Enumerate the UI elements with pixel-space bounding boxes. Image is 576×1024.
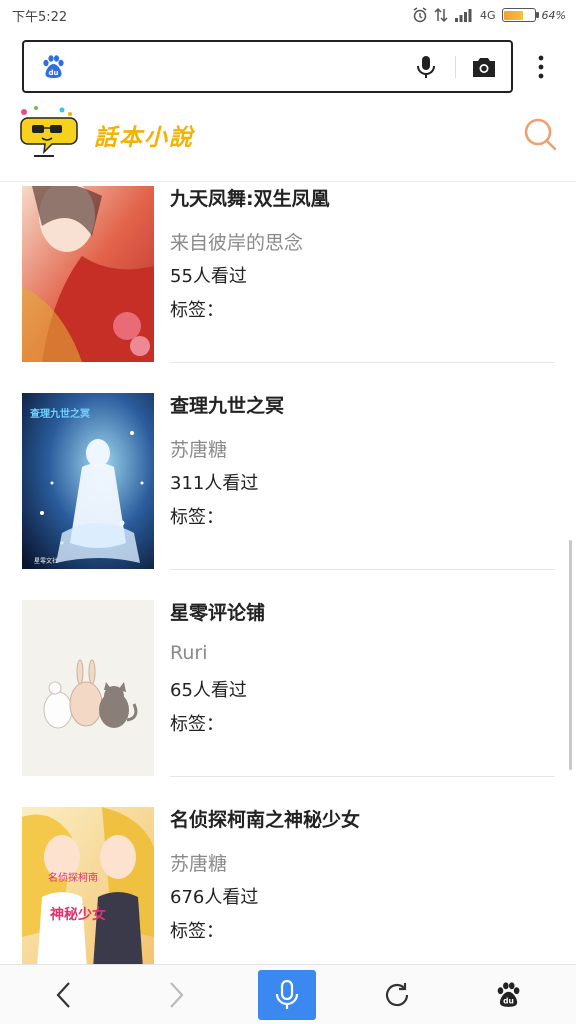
- book-item[interactable]: 名侦探柯南 神秘少女 名侦探柯南之神秘少女 苏唐糖 676人看过 标签：: [0, 777, 576, 964]
- battery-text: 64%: [541, 8, 566, 22]
- svg-text:du: du: [49, 69, 59, 77]
- book-item[interactable]: 星零评论铺 Ruri 65人看过 标签：: [0, 570, 576, 777]
- voice-icon: [275, 979, 299, 1009]
- book-tags: 标签：: [170, 714, 224, 735]
- cover-text-2: 神秘少女: [50, 906, 106, 923]
- voice-button[interactable]: [258, 970, 316, 1020]
- book-cover[interactable]: [22, 186, 154, 362]
- book-cover[interactable]: 查理九世之冥 星零文社: [22, 393, 154, 569]
- book-tags: 标签：: [170, 507, 224, 528]
- book-views: 676人看过: [170, 887, 259, 908]
- back-icon: [56, 982, 70, 1008]
- mic-icon[interactable]: [412, 53, 440, 81]
- site-logo[interactable]: 話本小說: [16, 104, 200, 160]
- refresh-button[interactable]: [367, 965, 427, 1024]
- alarm-icon: [413, 7, 427, 23]
- scrollbar[interactable]: [569, 540, 572, 770]
- status-time: 下午5:22: [12, 10, 68, 25]
- baidu-home-button[interactable]: du: [478, 965, 538, 1024]
- status-icons: 4G 64%: [412, 5, 566, 25]
- book-author: Ruri: [170, 642, 208, 664]
- book-list: 九天凤舞:双生凤凰 来自彼岸的思念 55人看过 标签： 查理九世之冥 星零文社: [0, 182, 576, 964]
- more-icon[interactable]: [530, 52, 552, 82]
- data-transfer-icon: [434, 7, 448, 23]
- cover-image: [22, 186, 154, 362]
- search-icon[interactable]: [522, 116, 558, 152]
- battery-level: [504, 10, 523, 20]
- book-author: 苏唐糖: [170, 439, 228, 461]
- cover-image: [22, 600, 154, 776]
- book-item[interactable]: 查理九世之冥 星零文社 查理九世之冥 苏唐糖 311人看过 标签：: [0, 363, 576, 570]
- logo-text: 話本小說: [94, 125, 194, 151]
- camera-icon[interactable]: [470, 54, 498, 80]
- battery-icon: [501, 8, 539, 22]
- cover-title: 查理九世之冥: [29, 407, 90, 420]
- book-info: 名侦探柯南之神秘少女 苏唐糖 676人看过 标签：: [170, 805, 360, 943]
- svg-text:du: du: [503, 997, 514, 1006]
- book-title[interactable]: 名侦探柯南之神秘少女: [170, 805, 360, 831]
- refresh-icon: [385, 983, 409, 1007]
- forward-button[interactable]: [146, 965, 206, 1024]
- book-views: 311人看过: [170, 473, 259, 494]
- book-item[interactable]: 九天凤舞:双生凤凰 来自彼岸的思念 55人看过 标签：: [0, 182, 576, 363]
- cover-image: 查理九世之冥 星零文社: [22, 393, 154, 569]
- back-button[interactable]: [34, 965, 94, 1024]
- site-header: 話本小說: [0, 100, 576, 182]
- signal-icon: [455, 9, 472, 22]
- book-tags: 标签：: [170, 921, 224, 942]
- network-type: 4G: [480, 8, 496, 22]
- cover-publisher: 星零文社: [34, 557, 58, 565]
- baidu-paw-icon: du: [497, 982, 520, 1007]
- book-author: 苏唐糖: [170, 853, 228, 875]
- book-title[interactable]: 星零评论铺: [170, 598, 265, 624]
- cover-image: 名侦探柯南 神秘少女: [22, 807, 154, 964]
- status-bar: 下午5:22 4G 64%: [0, 0, 576, 32]
- book-author: 来自彼岸的思念: [170, 232, 304, 254]
- book-info: 九天凤舞:双生凤凰 来自彼岸的思念 55人看过 标签：: [170, 184, 330, 322]
- search-divider: [455, 56, 456, 78]
- book-info: 查理九世之冥 苏唐糖 311人看过 标签：: [170, 391, 284, 529]
- cover-text-1: 名侦探柯南: [48, 871, 98, 884]
- forward-icon: [170, 982, 184, 1008]
- book-info: 星零评论铺 Ruri 65人看过 标签：: [170, 598, 265, 736]
- book-cover[interactable]: [22, 600, 154, 776]
- book-views: 65人看过: [170, 680, 247, 701]
- browser-search-bar[interactable]: du: [22, 40, 513, 93]
- book-tags: 标签：: [170, 300, 224, 321]
- logo-mascot-icon: [20, 106, 78, 157]
- book-title[interactable]: 九天凤舞:双生凤凰: [170, 184, 330, 210]
- book-views: 55人看过: [170, 266, 247, 287]
- bottom-nav: du: [0, 964, 576, 1024]
- baidu-paw-icon[interactable]: du: [40, 54, 66, 80]
- book-title[interactable]: 查理九世之冥: [170, 391, 284, 417]
- book-cover[interactable]: 名侦探柯南 神秘少女: [22, 807, 154, 964]
